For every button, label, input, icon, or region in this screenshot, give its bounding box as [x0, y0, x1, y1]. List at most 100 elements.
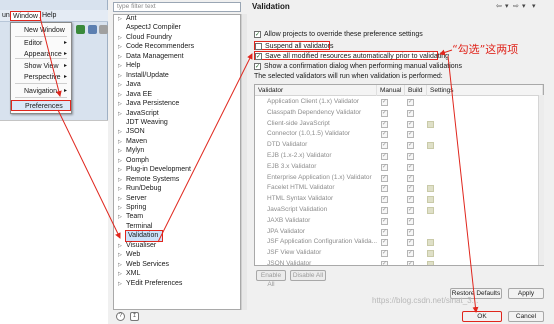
- back-menu-icon[interactable]: ▾: [505, 2, 509, 10]
- build-checkbox[interactable]: ✓: [407, 250, 414, 258]
- manual-checkbox[interactable]: ✓: [381, 239, 388, 247]
- manual-checkbox[interactable]: ✓: [381, 109, 388, 117]
- back-icon[interactable]: ⇦: [496, 2, 502, 10]
- run-description: The selected validators will run when va…: [254, 73, 443, 80]
- table-row[interactable]: Facelet HTML Validator ✓ ✓: [255, 183, 543, 194]
- build-checkbox[interactable]: ✓: [407, 228, 414, 236]
- manual-checkbox[interactable]: ✓: [381, 196, 388, 204]
- build-checkbox[interactable]: ✓: [407, 120, 414, 128]
- table-row[interactable]: JSON Validator ✓ ✓: [255, 259, 543, 265]
- manual-checkbox[interactable]: ✓: [381, 163, 388, 171]
- manual-checkbox[interactable]: ✓: [381, 217, 388, 225]
- validator-name: Facelet HTML Validator: [267, 184, 335, 192]
- settings-button[interactable]: [427, 196, 434, 204]
- settings-button[interactable]: [427, 250, 434, 258]
- filter-input[interactable]: type filter text: [113, 2, 241, 12]
- forward-icon[interactable]: ⇨: [513, 2, 519, 10]
- menu-item-navigation[interactable]: Navigation ▸: [11, 86, 71, 97]
- table-row[interactable]: Classpath Dependency Validator ✓ ✓: [255, 108, 543, 119]
- manual-checkbox[interactable]: ✓: [381, 185, 388, 193]
- column-header[interactable]: Settings: [427, 85, 543, 96]
- debug-icon[interactable]: [88, 25, 97, 34]
- apply-button[interactable]: Apply: [508, 288, 544, 299]
- settings-button[interactable]: [427, 261, 434, 265]
- table-row[interactable]: JAXB Validator ✓ ✓: [255, 216, 543, 227]
- build-checkbox[interactable]: ✓: [407, 142, 414, 150]
- manual-checkbox[interactable]: ✓: [381, 120, 388, 128]
- build-checkbox[interactable]: ✓: [407, 217, 414, 225]
- tree-scrollbar[interactable]: [241, 14, 247, 310]
- build-checkbox[interactable]: ✓: [407, 185, 414, 193]
- table-row[interactable]: EJB (1.x-2.x) Validator ✓ ✓: [255, 151, 543, 162]
- build-checkbox[interactable]: ✓: [407, 174, 414, 182]
- build-checkbox[interactable]: ✓: [407, 207, 414, 214]
- cancel-button[interactable]: Cancel: [508, 311, 544, 322]
- table-row[interactable]: JSF Application Configuration Valida... ✓…: [255, 237, 543, 248]
- build-checkbox[interactable]: ✓: [407, 131, 414, 139]
- build-checkbox[interactable]: ✓: [407, 261, 414, 265]
- manual-checkbox[interactable]: ✓: [381, 250, 388, 258]
- table-scrollbar[interactable]: [538, 95, 544, 265]
- manual-checkbox[interactable]: ✓: [381, 131, 388, 139]
- menu-item-show-view[interactable]: Show View ▸: [11, 61, 71, 72]
- settings-button[interactable]: [427, 207, 434, 214]
- import-export-icon[interactable]: ↥: [130, 312, 139, 321]
- table-row[interactable]: HTML Syntax Validator ✓ ✓: [255, 194, 543, 205]
- build-checkbox[interactable]: ✓: [407, 109, 414, 117]
- manual-checkbox[interactable]: ✓: [381, 142, 388, 150]
- menu-help[interactable]: Help: [40, 11, 58, 21]
- save-resources-checkbox[interactable]: ✓ Save all modified resources automatical…: [254, 51, 449, 60]
- table-row[interactable]: JSF View Validator ✓ ✓: [255, 248, 543, 259]
- suspend-validators-checkbox[interactable]: Suspend all validators: [254, 41, 334, 50]
- build-checkbox[interactable]: ✓: [407, 196, 414, 204]
- menu-item-editor[interactable]: Editor ▸: [11, 38, 71, 49]
- checkbox-box[interactable]: ✓: [254, 63, 261, 70]
- menu-item-preferences[interactable]: Preferences: [11, 100, 71, 111]
- table-row[interactable]: JavaScript Validation ✓ ✓: [255, 205, 543, 216]
- table-row[interactable]: DTD Validator ✓ ✓: [255, 140, 543, 151]
- manual-checkbox[interactable]: ✓: [381, 99, 388, 106]
- menu-item-label: Appearance: [24, 51, 62, 58]
- build-checkbox[interactable]: ✓: [407, 153, 414, 160]
- toolbar-icon[interactable]: [99, 25, 108, 34]
- column-header[interactable]: Build: [405, 85, 427, 96]
- menu-item-new-window[interactable]: New Window: [11, 25, 71, 36]
- table-row[interactable]: Client-side JavaScript ✓ ✓: [255, 119, 543, 130]
- ok-button[interactable]: OK: [462, 311, 502, 322]
- column-header[interactable]: Validator: [255, 85, 377, 96]
- settings-button[interactable]: [427, 185, 434, 193]
- checkbox-box[interactable]: ✓: [255, 53, 262, 60]
- manual-checkbox[interactable]: ✓: [381, 228, 388, 236]
- validator-name: Enterprise Application (1.x) Validator: [267, 173, 372, 181]
- menu-item-perspective[interactable]: Perspective ▸: [11, 72, 71, 83]
- view-menu-icon[interactable]: ▾: [532, 2, 536, 10]
- checkbox-box[interactable]: ✓: [254, 31, 261, 38]
- manual-checkbox[interactable]: ✓: [381, 153, 388, 160]
- build-checkbox[interactable]: ✓: [407, 99, 414, 106]
- column-header[interactable]: Manual: [377, 85, 405, 96]
- manual-checkbox[interactable]: ✓: [381, 261, 388, 265]
- table-row[interactable]: Enterprise Application (1.x) Validator ✓ ✓: [255, 173, 543, 184]
- expand-icon[interactable]: ▷: [118, 279, 122, 289]
- tree-item-yedit-preferences[interactable]: ▷ YEdit Preferences: [114, 279, 238, 289]
- help-icon[interactable]: ?: [116, 312, 125, 321]
- manual-checkbox[interactable]: ✓: [381, 174, 388, 182]
- build-checkbox[interactable]: ✓: [407, 239, 414, 247]
- settings-button[interactable]: [427, 120, 434, 128]
- settings-button[interactable]: [427, 142, 434, 150]
- run-icon[interactable]: [76, 25, 85, 34]
- submenu-arrow-icon: ▸: [63, 40, 67, 46]
- table-row[interactable]: JPA Validator ✓ ✓: [255, 227, 543, 238]
- manual-checkbox[interactable]: ✓: [381, 207, 388, 214]
- menu-window[interactable]: Window: [10, 11, 41, 21]
- table-row[interactable]: Application Client (1.x) Validator ✓ ✓: [255, 97, 543, 108]
- table-row[interactable]: EJB 3.x Validator ✓ ✓: [255, 162, 543, 173]
- disable-all-button[interactable]: Disable All: [290, 270, 326, 281]
- build-checkbox[interactable]: ✓: [407, 163, 414, 171]
- settings-button[interactable]: [427, 239, 434, 247]
- table-row[interactable]: Connector (1.0,1.5) Validator ✓ ✓: [255, 129, 543, 140]
- forward-menu-icon[interactable]: ▾: [522, 2, 526, 10]
- checkbox-box[interactable]: [255, 43, 262, 50]
- enable-all-button[interactable]: Enable All: [256, 270, 286, 288]
- menu-item-label: Show View: [24, 63, 59, 70]
